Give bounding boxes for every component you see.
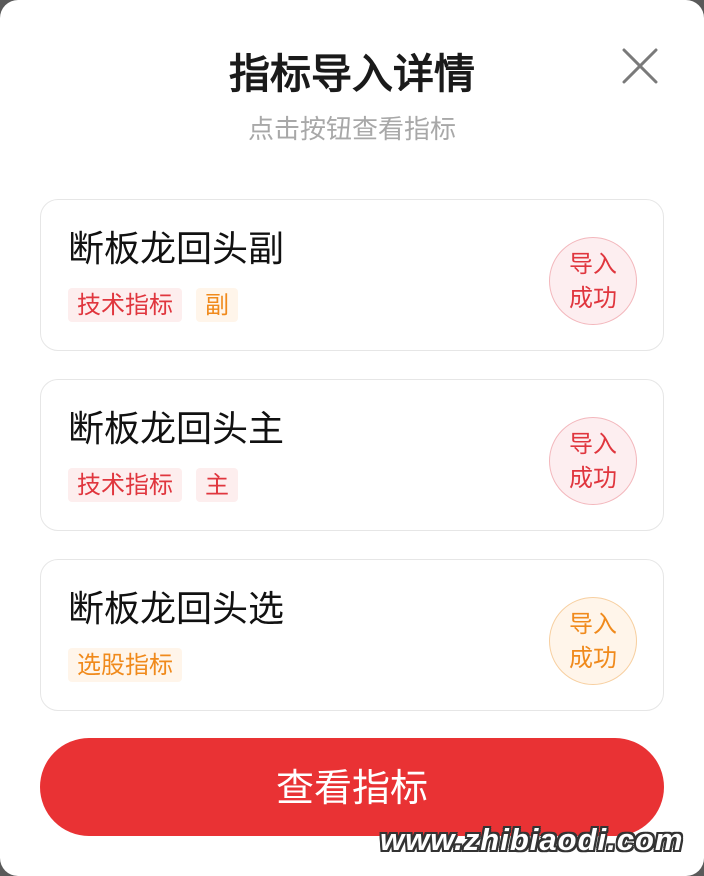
import-success-stamp: 导入 成功	[549, 237, 637, 325]
import-success-stamp: 导入 成功	[549, 417, 637, 505]
indicator-card: 断板龙回头副 技术指标 副 导入 成功	[40, 199, 664, 351]
tag-type: 技术指标	[68, 468, 182, 502]
tag-type: 选股指标	[68, 648, 182, 682]
stamp-line1: 导入	[569, 610, 617, 638]
indicator-name: 断板龙回头选	[68, 589, 285, 630]
indicator-name: 断板龙回头主	[68, 409, 285, 450]
modal-subtitle: 点击按钮查看指标	[247, 115, 456, 145]
tag-category: 副	[196, 288, 238, 322]
modal-title: 指标导入详情	[229, 50, 475, 98]
close-icon	[622, 48, 658, 84]
stamp-line2: 成功	[569, 464, 617, 492]
watermark: www.zhibiaodi.com	[380, 822, 684, 857]
stamp-line2: 成功	[569, 644, 617, 672]
indicator-card: 断板龙回头选 选股指标 导入 成功	[40, 559, 664, 711]
close-button[interactable]	[616, 42, 664, 90]
tag-category: 主	[196, 468, 238, 502]
stamp-line2: 成功	[569, 284, 617, 312]
indicator-tags: 技术指标 主	[68, 468, 238, 502]
indicator-tags: 技术指标 副	[68, 288, 238, 322]
indicator-tags: 选股指标	[68, 648, 182, 682]
indicator-card: 断板龙回头主 技术指标 主 导入 成功	[40, 379, 664, 531]
import-details-modal: 指标导入详情 点击按钮查看指标 断板龙回头副 技术指标 副 导入 成功 断板龙回…	[0, 0, 704, 876]
stamp-line1: 导入	[569, 430, 617, 458]
import-success-stamp: 导入 成功	[549, 597, 637, 685]
stamp-line1: 导入	[569, 250, 617, 278]
tag-type: 技术指标	[68, 288, 182, 322]
indicator-name: 断板龙回头副	[68, 229, 285, 270]
